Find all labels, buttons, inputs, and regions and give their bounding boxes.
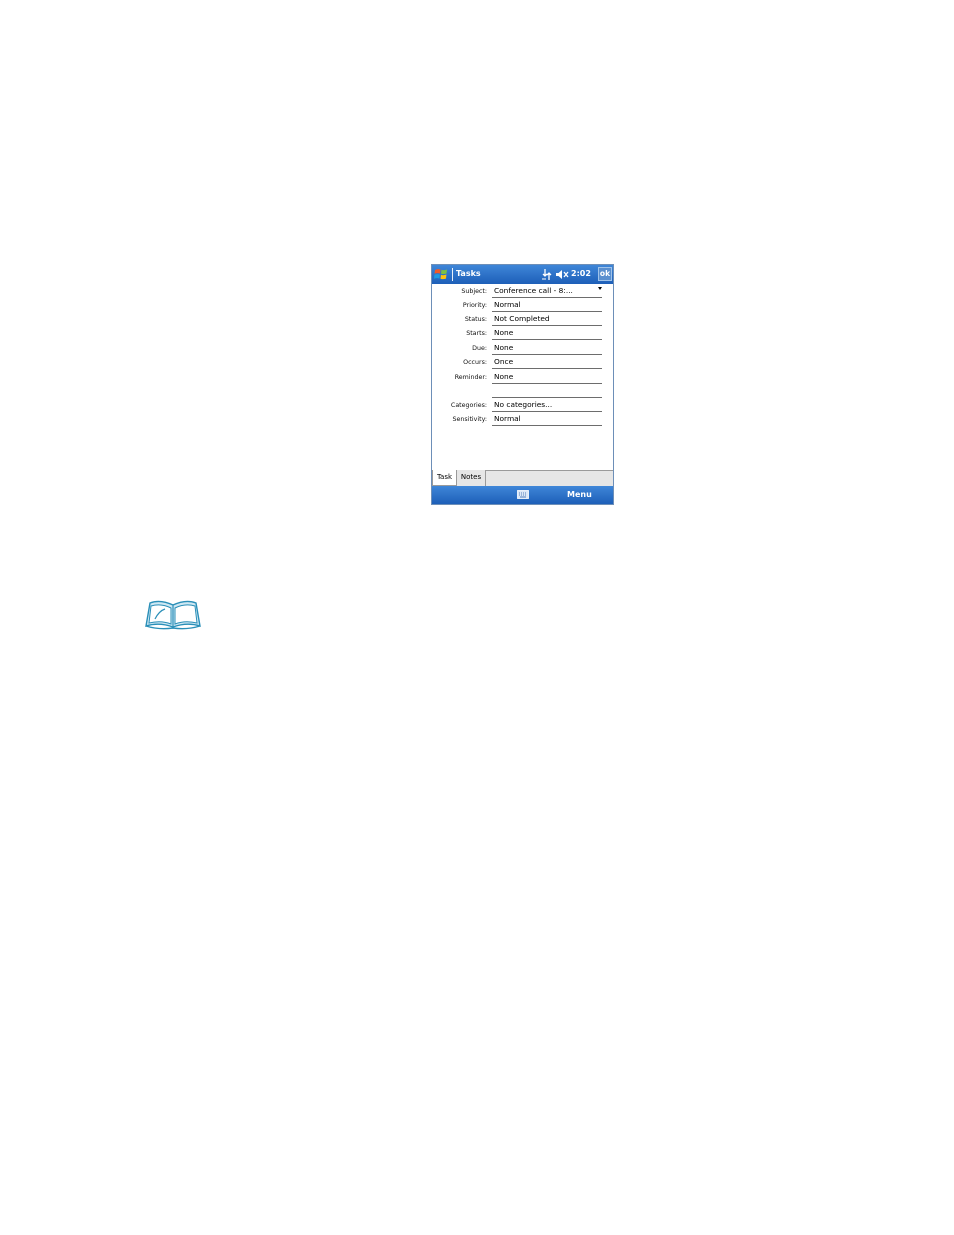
subject-value: Conference call - 8:... bbox=[494, 286, 573, 295]
categories-field[interactable]: No categories... bbox=[492, 399, 602, 412]
subject-row: Subject: Conference call - 8:... bbox=[432, 285, 613, 299]
starts-field[interactable]: None bbox=[492, 327, 602, 340]
priority-label: Priority: bbox=[462, 302, 487, 309]
sensitivity-value: Normal bbox=[494, 414, 521, 423]
occurs-label: Occurs: bbox=[463, 359, 487, 366]
clock[interactable]: 2:02 bbox=[571, 269, 591, 278]
reminder-field[interactable]: None bbox=[492, 371, 602, 384]
title-separator bbox=[452, 268, 453, 281]
ok-button[interactable]: ok bbox=[598, 267, 612, 281]
pda-screen: Tasks 2:02 ok Subject: Conference call -… bbox=[431, 264, 614, 505]
tab-task[interactable]: Task bbox=[432, 470, 457, 486]
menu-bar: Menu bbox=[432, 486, 613, 504]
status-label: Status: bbox=[464, 316, 487, 323]
priority-field[interactable]: Normal bbox=[492, 299, 602, 312]
sensitivity-row: Sensitivity: Normal bbox=[432, 413, 613, 427]
status-value: Not Completed bbox=[494, 314, 550, 323]
keyboard-icon[interactable] bbox=[517, 490, 529, 499]
reminder-value: None bbox=[494, 372, 514, 381]
menu-button[interactable]: Menu bbox=[567, 490, 592, 499]
subject-field[interactable]: Conference call - 8:... bbox=[492, 285, 602, 298]
priority-value: Normal bbox=[494, 300, 521, 309]
app-title: Tasks bbox=[456, 269, 481, 278]
due-field[interactable]: None bbox=[492, 342, 602, 355]
priority-row: Priority: Normal bbox=[432, 299, 613, 313]
occurs-row: Occurs: Once bbox=[432, 356, 613, 370]
subject-label: Subject: bbox=[461, 288, 487, 295]
open-book-note-icon bbox=[145, 600, 201, 630]
status-row: Status: Not Completed bbox=[432, 313, 613, 327]
chevron-down-icon[interactable] bbox=[598, 287, 602, 290]
status-field[interactable]: Not Completed bbox=[492, 313, 602, 326]
reminder-label: Reminder: bbox=[454, 374, 487, 381]
occurs-value: Once bbox=[494, 357, 514, 366]
windows-flag-icon[interactable] bbox=[434, 267, 448, 281]
tab-bar: Task Notes bbox=[432, 470, 613, 486]
reminder-detail-line[interactable] bbox=[492, 397, 602, 398]
starts-value: None bbox=[494, 328, 514, 337]
due-label: Due: bbox=[472, 345, 487, 352]
categories-row: Categories: No categories... bbox=[432, 399, 613, 413]
due-value: None bbox=[494, 343, 514, 352]
starts-row: Starts: None bbox=[432, 327, 613, 341]
sensitivity-field[interactable]: Normal bbox=[492, 413, 602, 426]
volume-muted-icon[interactable] bbox=[555, 269, 569, 280]
occurs-field[interactable]: Once bbox=[492, 356, 602, 369]
sensitivity-label: Sensitivity: bbox=[452, 416, 487, 423]
tab-notes[interactable]: Notes bbox=[457, 470, 486, 486]
connectivity-icon[interactable] bbox=[541, 268, 553, 281]
reminder-row: Reminder: None bbox=[432, 371, 613, 385]
title-bar: Tasks 2:02 ok bbox=[432, 265, 613, 284]
categories-value: No categories... bbox=[494, 400, 553, 409]
categories-label: Categories: bbox=[450, 402, 487, 409]
due-row: Due: None bbox=[432, 342, 613, 356]
starts-label: Starts: bbox=[466, 330, 487, 337]
